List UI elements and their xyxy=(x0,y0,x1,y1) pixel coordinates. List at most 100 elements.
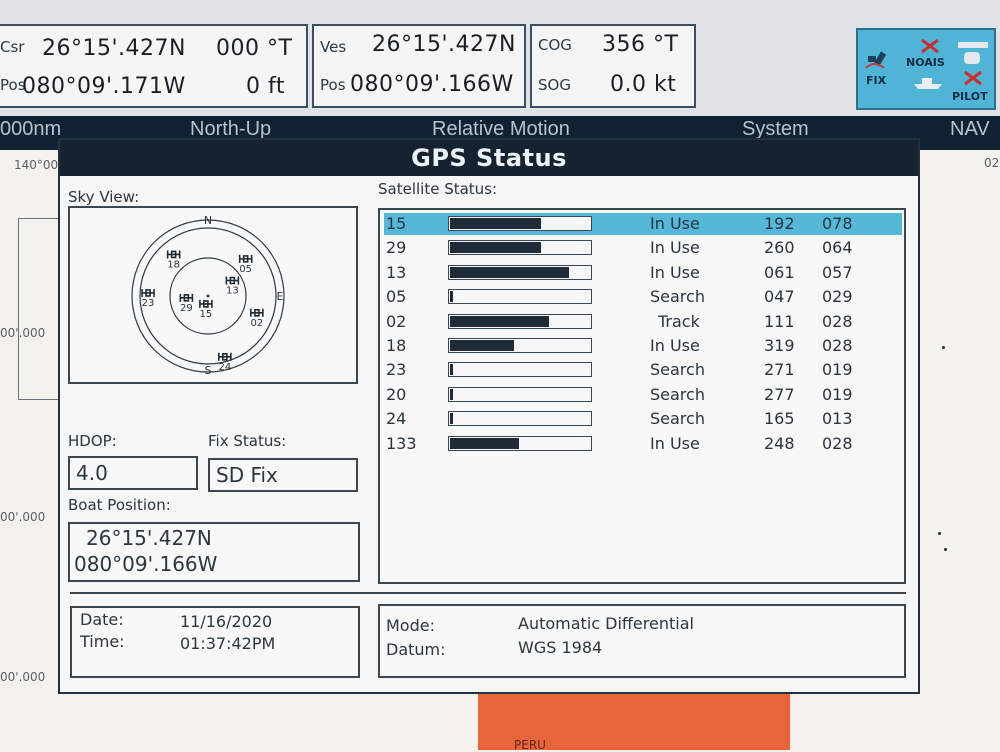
ais-off-icon xyxy=(921,38,939,54)
cursor-bearing: 000 °T xyxy=(216,36,293,61)
compass-e-label: E xyxy=(277,290,284,303)
sky-satellite-id: 13 xyxy=(226,285,239,296)
satellite-row[interactable]: 133 In Use 248 028 xyxy=(384,433,902,455)
satellite-prn: 23 xyxy=(386,360,407,380)
range-readout[interactable]: 000nm xyxy=(0,118,61,141)
satellite-row[interactable]: 02 Track 111 028 xyxy=(384,311,902,333)
signal-strength-fill xyxy=(450,388,453,400)
satellite-icon xyxy=(179,293,194,302)
fix-status-label: Fix Status: xyxy=(208,432,287,450)
sog-value: 0.0 kt xyxy=(610,72,677,97)
sky-satellite: 15 xyxy=(199,299,213,320)
satellite-elevation: 013 xyxy=(822,409,853,429)
satellite-row[interactable]: 20 Search 277 019 xyxy=(384,384,902,406)
sky-satellite-id: 02 xyxy=(251,318,264,329)
vessel-longitude: 080°09'.166W xyxy=(350,72,514,97)
signal-strength-bar xyxy=(448,216,592,231)
satellite-row[interactable]: 13 In Use 061 057 xyxy=(384,262,902,284)
section-divider xyxy=(70,592,906,594)
satellite-icon xyxy=(141,288,155,297)
signal-strength-fill xyxy=(450,413,453,425)
datum-value: WGS 1984 xyxy=(518,638,603,657)
satellite-row[interactable]: 05 Search 047 029 xyxy=(384,286,902,308)
boat-position-field: 26°15'.427N 080°09'.166W xyxy=(68,522,360,582)
sky-satellite-id: 05 xyxy=(239,264,252,275)
hdop-value: 4.0 xyxy=(76,461,108,485)
signal-strength-bar xyxy=(448,435,592,451)
vessel-latitude: 26°15'.427N xyxy=(372,32,516,57)
island-dot xyxy=(942,346,945,349)
satellite-prn: 133 xyxy=(386,433,417,453)
hdop-field: 4.0 xyxy=(68,456,198,490)
gps-status-dialog: GPS Status Sky View: Satellite Status: N… xyxy=(58,138,920,694)
mode-label: Mode: xyxy=(386,616,435,635)
satellite-prn: 15 xyxy=(386,214,407,233)
satellite-prn: 24 xyxy=(386,409,407,429)
signal-strength-fill xyxy=(450,291,453,303)
satellite-status: Search xyxy=(650,287,705,307)
pilot-label: PILOT xyxy=(952,90,988,103)
satellite-row[interactable]: 29 In Use 260 064 xyxy=(384,237,902,259)
cursor-longitude: 080°09'.171W xyxy=(22,74,186,99)
satellite-status: Search xyxy=(650,409,705,429)
satellite-elevation: 028 xyxy=(822,433,853,453)
satellite-elevation: 029 xyxy=(822,287,853,307)
satellite-row[interactable]: 23 Search 271 019 xyxy=(384,359,902,381)
signal-strength-bar xyxy=(448,289,592,305)
course-data-box[interactable]: COG SOG 356 °T 0.0 kt xyxy=(530,24,696,108)
satellite-status: Search xyxy=(650,360,705,380)
satellite-elevation: 019 xyxy=(822,360,853,380)
satellite-azimuth: 111 xyxy=(764,311,795,331)
satellite-azimuth: 319 xyxy=(764,336,795,355)
lat-label-c: 00'.000 xyxy=(0,670,46,684)
sky-view-label: Sky View: xyxy=(68,188,140,206)
satellite-status-list[interactable]: 15 In Use 192 078 29 In Use 260 064 13 In Use 061 0… xyxy=(378,208,906,584)
vessel-pos-label: Pos xyxy=(320,76,346,94)
compass-n-label: N xyxy=(204,214,212,227)
cog-label: COG xyxy=(538,36,572,54)
chart-edge-number: 02 xyxy=(984,156,1000,170)
signal-strength-bar xyxy=(448,362,592,378)
sky-plot: N E S 18 0513 23 29 15 02 24 xyxy=(131,214,285,377)
lat-label-top: 140°00' xyxy=(14,158,62,172)
boat-icon xyxy=(914,78,942,89)
signal-strength-fill xyxy=(450,218,541,229)
fix-label: FIX xyxy=(866,74,887,87)
satellite-azimuth: 271 xyxy=(764,360,795,380)
mode-value: Automatic Differential xyxy=(518,614,694,633)
sky-satellite-id: 24 xyxy=(218,362,231,373)
signal-strength-bar xyxy=(448,240,592,256)
dialog-title: GPS Status xyxy=(60,140,918,176)
cursor-latitude: 26°15'.427N xyxy=(42,36,186,61)
gps-satellite-icon xyxy=(865,51,887,69)
signal-strength-bar xyxy=(448,386,592,402)
pilot-off-icon xyxy=(964,70,982,86)
sky-satellite: 05 xyxy=(238,254,253,275)
lat-label-b: 00'.000 xyxy=(0,510,46,524)
satellite-row[interactable]: 18 In Use 319 028 xyxy=(384,335,902,357)
sog-label: SOG xyxy=(538,76,571,94)
satellite-icon xyxy=(218,352,232,361)
island-dot xyxy=(938,532,941,535)
fix-status-value: SD Fix xyxy=(216,463,278,487)
island-dot xyxy=(944,548,947,551)
satellite-elevation: 028 xyxy=(822,311,853,331)
date-value: 11/16/2020 xyxy=(180,612,273,631)
signal-strength-fill xyxy=(450,266,569,278)
signal-strength-bar xyxy=(448,338,592,353)
signal-strength-bar xyxy=(448,313,592,329)
time-value: 01:37:42PM xyxy=(180,634,276,653)
satellite-row[interactable]: 15 In Use 192 078 xyxy=(384,213,902,235)
satellite-prn: 13 xyxy=(386,262,407,282)
status-icon-panel[interactable]: FIX NOAIS PILOT xyxy=(856,28,996,110)
satellite-row[interactable]: 24 Search 165 013 xyxy=(384,408,902,430)
cog-value: 356 °T xyxy=(602,32,679,57)
nav-menu[interactable]: NAV xyxy=(950,118,990,141)
satellite-status: Search xyxy=(650,384,705,404)
signal-strength-fill xyxy=(450,315,549,327)
cursor-range: 0 ft xyxy=(246,74,285,99)
satellite-prn: 29 xyxy=(386,238,407,258)
vessel-data-box[interactable]: Ves Pos 26°15'.427N 080°09'.166W xyxy=(312,24,526,108)
cursor-data-box[interactable]: Csr Pos 26°15'.427N 080°09'.171W 000 °T … xyxy=(0,24,308,108)
cursor-label: Csr xyxy=(0,38,25,56)
